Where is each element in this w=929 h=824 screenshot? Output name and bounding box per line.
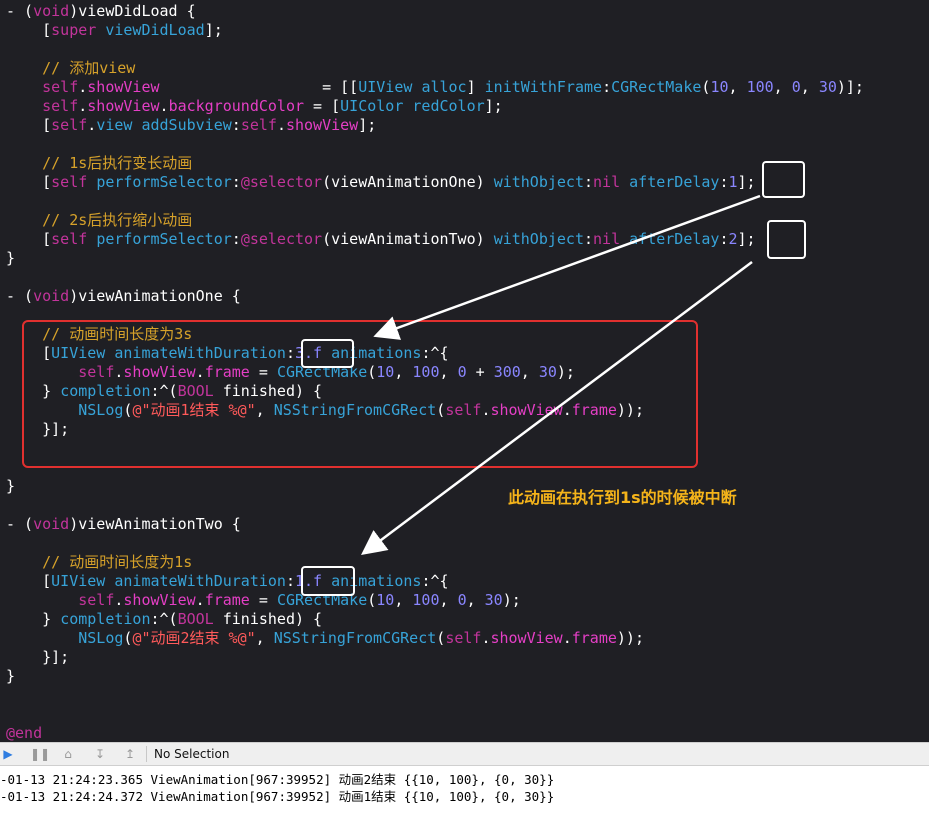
console-output[interactable]: -01-13 21:24:23.365 ViewAnimation[967:39… — [0, 766, 929, 824]
step-out-icon[interactable]: ↥ — [122, 747, 138, 761]
debug-bar: ▶ ❚❚ ⌂ ↧ ↥ No Selection — [0, 742, 929, 766]
console-line: -01-13 21:24:24.372 ViewAnimation[967:39… — [0, 789, 555, 804]
console-line: -01-13 21:24:23.365 ViewAnimation[967:39… — [0, 772, 555, 787]
debug-bar-divider — [146, 746, 147, 762]
step-over-icon[interactable]: ⌂ — [60, 747, 76, 761]
annotation-arrows — [360, 194, 761, 555]
breakpoint-toggle-icon[interactable]: ▶ — [0, 747, 16, 761]
arrow-delay2-to-duration1 — [360, 260, 753, 555]
pause-icon[interactable]: ❚❚ — [30, 747, 50, 761]
step-into-icon[interactable]: ↧ — [92, 747, 108, 761]
arrow-delay1-to-duration3 — [373, 194, 761, 340]
code-editor[interactable]: - (void)viewDidLoad { [super viewDidLoad… — [0, 0, 929, 742]
annotation-note: 此动画在执行到1s的时候被中断 — [508, 488, 737, 507]
selection-label: No Selection — [154, 747, 230, 761]
